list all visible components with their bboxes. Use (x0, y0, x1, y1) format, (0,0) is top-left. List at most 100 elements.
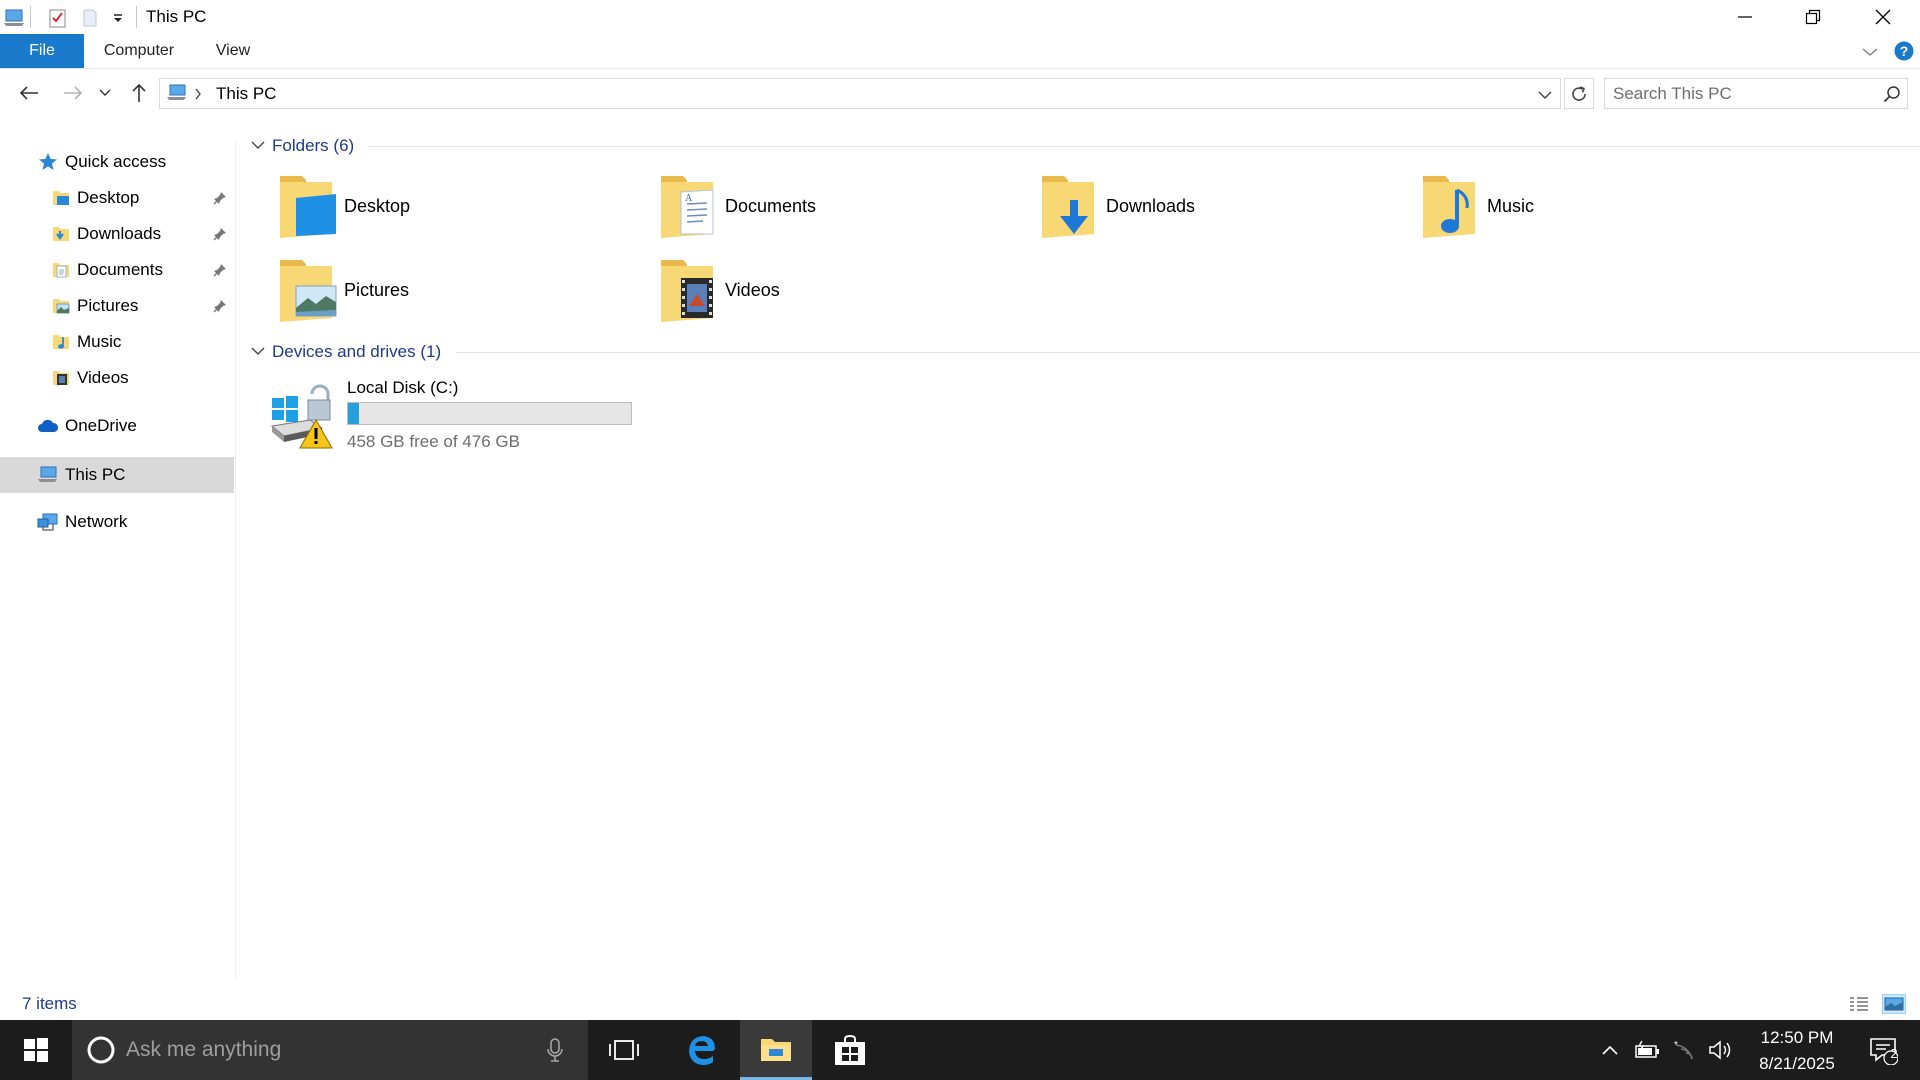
folder-tile-downloads[interactable]: Downloads (1038, 172, 1398, 244)
sidebar-item-onedrive[interactable]: OneDrive (0, 409, 234, 443)
details-view-icon (1850, 997, 1868, 1011)
desktop-folder-icon (280, 176, 336, 238)
sidebar-item-documents[interactable]: Documents (0, 253, 234, 287)
refresh-icon (1572, 85, 1586, 101)
videos-folder-icon (661, 260, 713, 322)
breadcrumb-this-pc[interactable]: This PC (216, 84, 276, 104)
large-icons-view-icon (1884, 997, 1904, 1011)
sidebar-item-network[interactable]: Network (0, 505, 234, 539)
sidebar-item-label: Pictures (77, 296, 139, 315)
devices-group-header[interactable]: Devices and drives (1) (250, 340, 1920, 364)
downloads-folder-icon (1042, 176, 1094, 238)
search-input[interactable] (1613, 83, 1873, 105)
network-status-button[interactable]: * (1668, 1020, 1702, 1080)
expand-ribbon-button[interactable] (1860, 42, 1880, 62)
documents-folder-icon (50, 259, 72, 281)
chevron-up-icon (1602, 1045, 1618, 1055)
pin-icon[interactable] (212, 298, 228, 314)
downloads-folder-icon (50, 223, 72, 245)
start-button[interactable] (0, 1020, 72, 1080)
pin-icon[interactable] (212, 226, 228, 242)
sidebar-item-label: Quick access (65, 152, 167, 171)
volume-button[interactable] (1704, 1020, 1738, 1080)
forward-button[interactable] (58, 78, 88, 108)
clock-date[interactable]: 8/21/2025 (1742, 1054, 1852, 1074)
folder-tile-music[interactable]: Music (1419, 172, 1779, 244)
svg-text:?: ? (1900, 43, 1909, 59)
svg-text:A: A (685, 193, 693, 204)
show-hidden-icons-button[interactable] (1596, 1020, 1624, 1080)
address-history-dropdown[interactable] (1538, 87, 1554, 101)
pin-icon[interactable] (212, 190, 228, 206)
task-view-button[interactable] (594, 1020, 654, 1080)
cortana-search-box[interactable]: Ask me anything (72, 1020, 588, 1080)
folders-group-header[interactable]: Folders (6) (250, 134, 1920, 158)
tile-label: Desktop (344, 196, 411, 216)
taskbar-file-explorer-button[interactable] (740, 1020, 812, 1080)
search-box[interactable] (1604, 78, 1908, 109)
action-center-button[interactable]: 2 (1858, 1020, 1908, 1080)
taskbar-store-button[interactable] (818, 1020, 882, 1080)
folder-tile-videos[interactable]: Videos (657, 256, 1017, 328)
drive-tile-local-disk-c[interactable]: Local Disk (C:) 458 GB free of 476 GB (266, 374, 646, 454)
sidebar-item-videos[interactable]: Videos (0, 361, 234, 395)
restore-icon (1805, 9, 1821, 25)
folder-tile-desktop[interactable]: Desktop (276, 172, 636, 244)
chevron-down-icon (99, 89, 111, 96)
address-bar[interactable]: This PC (159, 78, 1561, 109)
large-icons-view-button[interactable] (1882, 994, 1906, 1014)
chevron-down-icon (1862, 48, 1878, 56)
sidebar-item-music[interactable]: Music (0, 325, 234, 359)
task-view-icon (609, 1040, 639, 1060)
sidebar-item-downloads[interactable]: Downloads (0, 217, 234, 251)
tab-computer[interactable]: Computer (96, 34, 182, 68)
tile-label: Downloads (1106, 196, 1196, 216)
chevron-down-icon (251, 141, 265, 149)
cortana-icon (87, 1036, 115, 1064)
tab-file[interactable]: File (0, 34, 84, 68)
pin-icon[interactable] (212, 262, 228, 278)
help-button[interactable]: ? (1894, 41, 1914, 61)
sidebar-item-this-pc[interactable]: This PC (0, 457, 234, 493)
breadcrumb-chevron-icon[interactable] (194, 87, 204, 101)
item-count: 7 items (22, 994, 77, 1013)
properties-icon[interactable] (46, 6, 70, 30)
sidebar-item-quick-access[interactable]: Quick access (0, 145, 234, 179)
tile-label: Documents (725, 196, 817, 216)
restore-button[interactable] (1778, 0, 1848, 34)
sidebar-item-label: Desktop (77, 188, 140, 207)
taskbar-edge-button[interactable] (670, 1020, 734, 1080)
sidebar-item-label: This PC (65, 465, 126, 484)
onedrive-cloud-icon (37, 415, 59, 437)
customize-toolbar-dropdown-icon[interactable] (106, 6, 130, 30)
recent-locations-button[interactable] (94, 78, 116, 108)
microphone-icon[interactable] (546, 1037, 564, 1063)
close-button[interactable] (1848, 0, 1918, 34)
clock-time[interactable]: 12:50 PM (1742, 1028, 1852, 1048)
up-button[interactable] (124, 78, 154, 108)
navigation-bar: This PC (0, 74, 1920, 112)
folder-tile-documents[interactable]: A Documents (657, 172, 1017, 244)
store-bag-icon (835, 1034, 865, 1065)
folder-tile-pictures[interactable]: Pictures (276, 256, 636, 328)
this-pc-app-icon[interactable] (2, 6, 26, 30)
pictures-folder-icon (280, 260, 337, 322)
search-icon[interactable] (1883, 85, 1901, 103)
tab-view[interactable]: View (204, 34, 262, 68)
sidebar-item-pictures[interactable]: Pictures (0, 289, 234, 323)
cortana-search-placeholder: Ask me anything (126, 1038, 282, 1061)
sidebar-item-label: Network (65, 512, 128, 531)
battery-button[interactable] (1630, 1020, 1664, 1080)
desktop-folder-icon (50, 187, 72, 209)
network-icon (37, 511, 59, 533)
details-view-button[interactable] (1848, 994, 1870, 1014)
taskbar: Ask me anything * 12:50 PM 8/21/2025 2 (0, 1020, 1920, 1080)
new-folder-icon[interactable] (78, 6, 102, 30)
drive-name: Local Disk (C:) (347, 378, 459, 397)
chevron-down-icon (251, 347, 265, 355)
back-button[interactable] (14, 78, 44, 108)
refresh-button[interactable] (1564, 78, 1594, 109)
arrow-right-icon (64, 86, 83, 100)
minimize-button[interactable] (1710, 0, 1780, 34)
sidebar-item-desktop[interactable]: Desktop (0, 181, 234, 215)
